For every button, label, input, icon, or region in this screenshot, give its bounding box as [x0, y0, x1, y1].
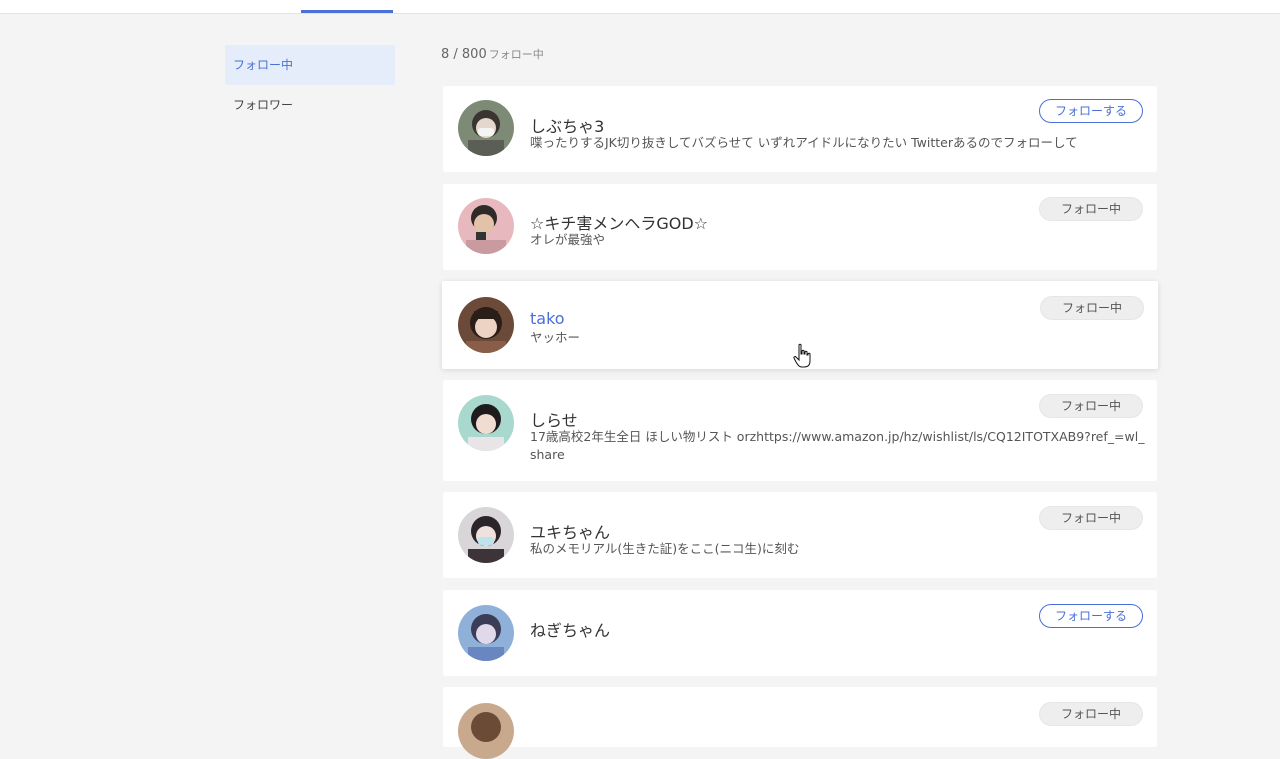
- user-bio: ヤッホー: [530, 330, 581, 345]
- user-card[interactable]: ユキちゃん 私のメモリアル(生きた証)をここ(ニコ生)に刻む フォロー中: [443, 492, 1157, 578]
- following-button[interactable]: フォロー中: [1039, 506, 1143, 530]
- follow-button[interactable]: フォローする: [1039, 604, 1143, 628]
- user-card[interactable]: フォロー中: [443, 687, 1157, 759]
- following-button[interactable]: フォロー中: [1039, 702, 1143, 726]
- user-name[interactable]: ねぎちゃん: [530, 617, 610, 641]
- avatar[interactable]: [458, 198, 514, 254]
- user-card[interactable]: しぶちゃ3 喋ったりするJK切り抜きしてバズらせて いずれアイドルになりたい T…: [443, 86, 1157, 172]
- user-card[interactable]: ねぎちゃん フォローする: [443, 590, 1157, 676]
- user-bio: 喋ったりするJK切り抜きしてバズらせて いずれアイドルになりたい Twitter…: [530, 135, 1078, 150]
- user-bio: オレが最強や: [530, 232, 606, 247]
- following-count-value: 8 / 800: [441, 47, 487, 62]
- user-bio: 私のメモリアル(生きた証)をここ(ニコ生)に刻む: [530, 541, 800, 556]
- sidebar-item-following[interactable]: フォロー中: [225, 45, 395, 85]
- sidebar-item-followers[interactable]: フォロワー: [225, 85, 395, 125]
- avatar[interactable]: [458, 297, 514, 353]
- following-count-suffix: フォロー中: [488, 48, 544, 61]
- avatar[interactable]: [458, 605, 514, 661]
- avatar[interactable]: [458, 395, 514, 451]
- user-card[interactable]: ☆キチ害メンヘラGOD☆ オレが最強や フォロー中: [443, 184, 1157, 270]
- active-tab-indicator: [301, 10, 393, 13]
- following-button[interactable]: フォロー中: [1039, 197, 1143, 221]
- following-button[interactable]: フォロー中: [1040, 296, 1144, 320]
- hand-cursor-icon: [793, 343, 811, 368]
- top-navigation-bar: [0, 0, 1280, 14]
- avatar[interactable]: [458, 507, 514, 563]
- following-button[interactable]: フォロー中: [1039, 394, 1143, 418]
- avatar[interactable]: [458, 703, 514, 759]
- user-card[interactable]: しらせ 17歳高校2年生全日 ほしい物リスト orzhttps://www.am…: [443, 380, 1157, 481]
- user-name[interactable]: tako: [530, 309, 565, 328]
- following-count: 8 / 800 フォロー中: [441, 46, 544, 62]
- avatar[interactable]: [458, 100, 514, 156]
- follow-button[interactable]: フォローする: [1039, 99, 1143, 123]
- user-bio: 17歳高校2年生全日 ほしい物リスト orzhttps://www.amazon…: [530, 429, 1145, 462]
- sidebar: フォロー中 フォロワー: [225, 45, 395, 125]
